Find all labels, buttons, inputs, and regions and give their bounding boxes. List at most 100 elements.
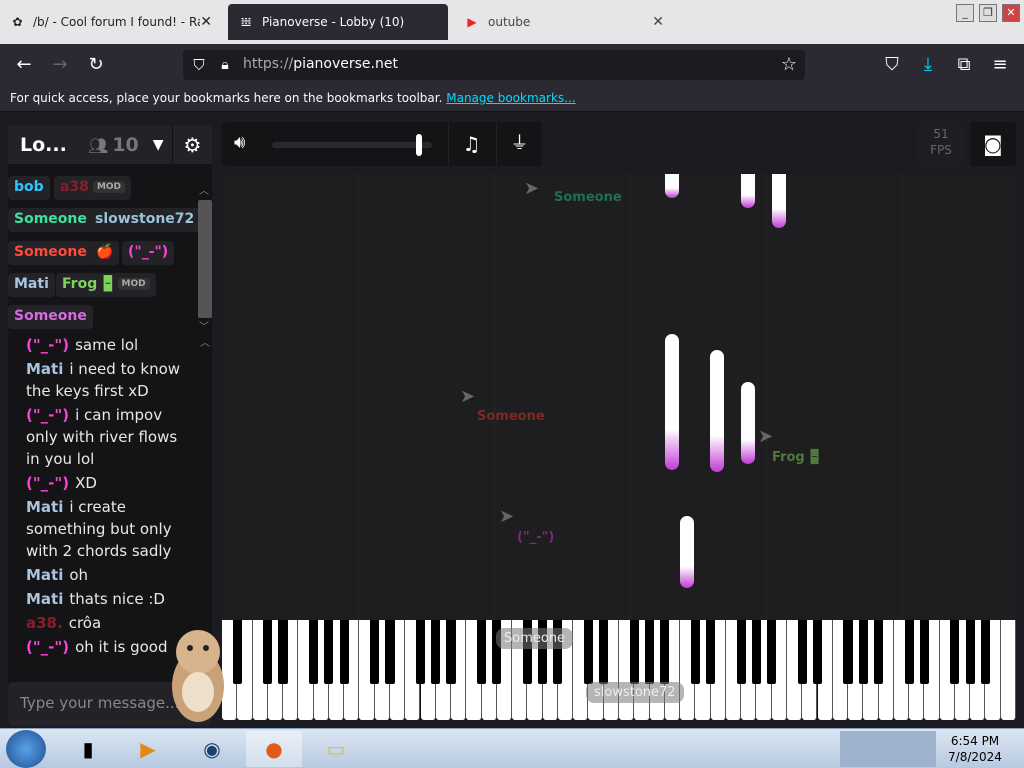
chevron-down-icon[interactable]: ﹀ bbox=[199, 318, 209, 333]
piano-black-key[interactable] bbox=[858, 620, 868, 684]
piano-black-key[interactable] bbox=[431, 620, 441, 684]
folder-icon[interactable]: ▭ bbox=[308, 731, 364, 767]
chevron-up-icon[interactable]: ︿ bbox=[199, 182, 209, 197]
piano-black-key[interactable] bbox=[263, 620, 273, 684]
piano-black-key[interactable] bbox=[599, 620, 609, 684]
piano-black-key[interactable] bbox=[736, 620, 746, 684]
user-list-scrollbar[interactable]: ︿ ﹀ bbox=[196, 182, 212, 333]
scrollbar-thumb[interactable] bbox=[198, 200, 212, 318]
piano-black-key[interactable] bbox=[751, 620, 761, 684]
user-chip[interactable]: slowstone72 bbox=[89, 208, 201, 232]
piano-black-key[interactable] bbox=[278, 620, 288, 684]
piano-black-key[interactable] bbox=[980, 620, 991, 684]
arrow-right-icon[interactable]: → bbox=[48, 53, 72, 77]
piano-black-key[interactable] bbox=[385, 620, 395, 684]
piano-black-key[interactable] bbox=[904, 620, 914, 684]
system-tray[interactable] bbox=[840, 731, 936, 767]
chat-author[interactable]: ("_-") bbox=[26, 406, 69, 424]
user-chip[interactable]: Mati bbox=[8, 273, 55, 297]
app-icon[interactable]: ▮ bbox=[60, 731, 116, 767]
media-player-icon[interactable]: ▶ bbox=[120, 731, 176, 767]
user-chip[interactable]: Someone bbox=[8, 241, 93, 265]
plug-icon[interactable]: ⏚ bbox=[496, 122, 542, 166]
chat-author[interactable]: a38. bbox=[26, 614, 63, 632]
star-icon[interactable]: ☆ bbox=[777, 53, 801, 77]
firefox-icon[interactable]: ● bbox=[246, 731, 302, 767]
user-chip[interactable]: bob bbox=[8, 176, 50, 200]
gear-icon[interactable]: ⚙ bbox=[172, 126, 212, 164]
tab-close-icon[interactable]: ✕ bbox=[652, 14, 664, 30]
chat-input-placeholder: Type your message... bbox=[20, 694, 180, 712]
start-orb-icon[interactable] bbox=[6, 730, 46, 768]
piano-black-key[interactable] bbox=[690, 620, 700, 684]
restore-window-button[interactable]: ❐ bbox=[979, 4, 997, 22]
piano-black-key[interactable] bbox=[476, 620, 487, 684]
piano-black-key[interactable] bbox=[873, 620, 884, 684]
piano-black-key[interactable] bbox=[919, 620, 929, 684]
url-bar[interactable]: ⛉ 🔒︎ https://pianoverse.net ☆ bbox=[183, 50, 805, 80]
globe-icon[interactable]: ◉ bbox=[184, 731, 240, 767]
piano-black-key[interactable] bbox=[629, 620, 639, 684]
piano-black-key[interactable] bbox=[370, 620, 380, 684]
piano-black-key[interactable] bbox=[965, 620, 975, 684]
discord-icon[interactable]: ◙ bbox=[970, 122, 1016, 166]
tab-pianoverse[interactable]: 𝍂 Pianoverse - Lobby (10) bbox=[228, 4, 448, 40]
piano-white-key[interactable] bbox=[1000, 620, 1016, 720]
piano-black-key[interactable] bbox=[660, 620, 670, 684]
manage-bookmarks-link[interactable]: Manage bookmarks... bbox=[446, 91, 575, 105]
user-chip[interactable]: Frog 🁢 MOD bbox=[56, 273, 156, 297]
tab-youtube[interactable]: ▶ outube ✕ bbox=[454, 4, 674, 40]
music-note-icon[interactable]: ♫ bbox=[448, 122, 494, 166]
piano-black-key[interactable] bbox=[324, 620, 334, 684]
shield-icon[interactable]: ⛉ bbox=[187, 53, 211, 77]
chat-author[interactable]: Mati bbox=[26, 360, 63, 378]
user-chip[interactable]: a38 MOD bbox=[54, 176, 132, 200]
minimize-window-button[interactable]: _ bbox=[956, 4, 974, 22]
extensions-icon[interactable]: ⧉ bbox=[952, 53, 976, 77]
piano-black-key[interactable] bbox=[767, 620, 777, 684]
close-window-button[interactable]: ✕ bbox=[1002, 4, 1020, 22]
bookmarks-toolbar: For quick access, place your bookmarks h… bbox=[0, 86, 1024, 112]
user-chip[interactable]: Someone bbox=[8, 208, 93, 232]
piano-keyboard[interactable]: Someone slowstone72 bbox=[222, 620, 1016, 720]
key-player-label: Someone bbox=[496, 628, 574, 649]
piano-black-key[interactable] bbox=[706, 620, 716, 684]
room-header[interactable]: Lo... 👥︎ 10 ▼ ⚙ bbox=[8, 126, 212, 164]
piano-black-key[interactable] bbox=[843, 620, 853, 684]
piano-black-key[interactable] bbox=[812, 620, 823, 684]
chat-author[interactable]: Mati bbox=[26, 590, 63, 608]
clock-date: 7/8/2024 bbox=[948, 750, 1002, 764]
piano-black-key[interactable] bbox=[232, 620, 242, 684]
tab-close-icon[interactable]: ✕ bbox=[200, 14, 212, 30]
menu-icon[interactable]: ≡ bbox=[988, 53, 1012, 77]
piano-black-key[interactable] bbox=[446, 620, 456, 684]
chat-author[interactable]: ("_-") bbox=[26, 336, 69, 354]
user-chip[interactable]: 🍎 bbox=[90, 241, 120, 265]
reload-icon[interactable]: ↻ bbox=[84, 53, 108, 77]
clock[interactable]: 6:54 PM 7/8/2024 bbox=[940, 733, 1010, 765]
tab-forum[interactable]: ✿ /b/ - Cool forum I found! - Ran ✕ bbox=[0, 4, 222, 40]
chevron-down-icon[interactable]: ▼ bbox=[153, 137, 164, 153]
chevron-up-icon[interactable]: ︿ bbox=[200, 338, 210, 349]
piano-black-key[interactable] bbox=[309, 620, 319, 684]
chat-author[interactable]: ("_-") bbox=[26, 474, 69, 492]
chat-author[interactable]: Mati bbox=[26, 498, 63, 516]
piano-black-key[interactable] bbox=[950, 620, 960, 684]
volume-slider-knob[interactable] bbox=[416, 134, 423, 156]
volume-icon[interactable]: 🔊︎ bbox=[234, 132, 245, 153]
piano-black-key[interactable] bbox=[415, 620, 426, 684]
user-chip[interactable]: ("_-") bbox=[122, 241, 175, 265]
user-chip[interactable]: Someone bbox=[8, 305, 93, 329]
piano-black-key[interactable] bbox=[644, 620, 655, 684]
lock-icon[interactable]: 🔒︎ bbox=[213, 53, 237, 77]
chat-author[interactable]: Mati bbox=[26, 566, 63, 584]
room-name[interactable]: Lo... bbox=[20, 134, 70, 156]
piano-black-key[interactable] bbox=[797, 620, 807, 684]
chat-author[interactable]: ("_-") bbox=[26, 638, 69, 656]
pocket-icon[interactable]: ⛉ bbox=[880, 53, 904, 77]
piano-black-key[interactable] bbox=[583, 620, 594, 684]
arrow-left-icon[interactable]: ← bbox=[12, 53, 36, 77]
download-icon[interactable]: ⤓ bbox=[916, 53, 940, 77]
piano-black-key[interactable] bbox=[339, 620, 349, 684]
volume-slider[interactable] bbox=[272, 134, 432, 156]
